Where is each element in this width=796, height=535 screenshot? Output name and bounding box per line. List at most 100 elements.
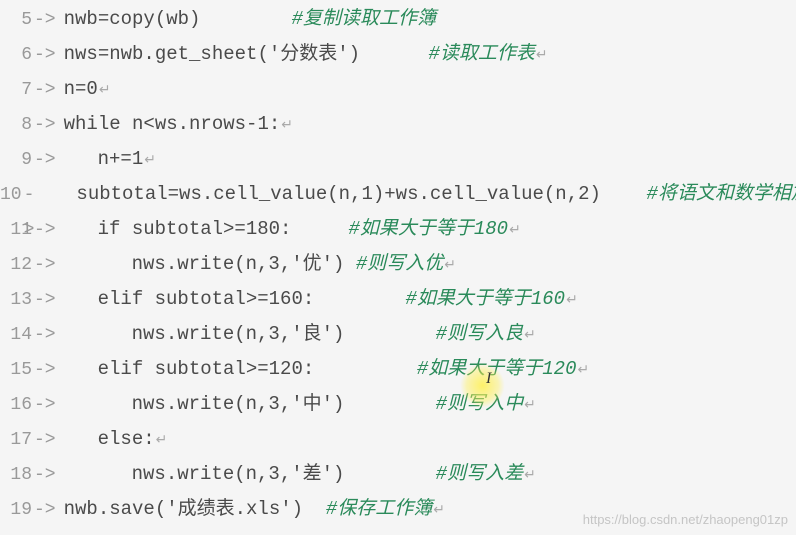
line-number: 18 (0, 458, 34, 493)
arrow-icon: -> (34, 213, 56, 248)
newline-marker-icon: ↵ (524, 468, 536, 484)
arrow-icon: -> (34, 423, 56, 458)
code-content: nws=nwb.get_sheet('分数表') #读取工作表↵ (64, 37, 548, 74)
newline-marker-icon: ↵ (433, 503, 445, 519)
code-line: 6->nws=nwb.get_sheet('分数表') #读取工作表↵ (0, 37, 796, 72)
code-line: 10->subtotal=ws.cell_value(n,1)+ws.cell_… (0, 177, 796, 212)
line-number: 7 (0, 73, 34, 108)
comment-text: #保存工作簿 (326, 498, 432, 520)
line-number: 11 (0, 213, 34, 248)
code-line: 11-> if subtotal>=180: #如果大于等于180↵ (0, 212, 796, 247)
arrow-icon: -> (34, 318, 56, 353)
code-line: 15-> elif subtotal>=120: #如果大于等于120↵ (0, 352, 796, 387)
comment-text: #则写入差 (436, 463, 523, 485)
code-content: while n<ws.nrows-1:↵ (64, 107, 293, 144)
spacer (344, 393, 435, 415)
newline-marker-icon: ↵ (566, 293, 578, 309)
code-text: nws.write(n,3,'中') (132, 393, 345, 415)
code-text: else: (98, 428, 155, 450)
line-number: 8 (0, 108, 34, 143)
line-number: 5 (0, 3, 34, 38)
code-text: n+=1 (98, 148, 144, 170)
spacer (291, 218, 348, 240)
newline-marker-icon: ↵ (444, 258, 456, 274)
code-text: nwb=copy(wb) (64, 8, 201, 30)
code-content: nws.write(n,3,'差') #则写入差↵ (132, 457, 536, 494)
newline-marker-icon: ↵ (99, 83, 111, 99)
code-block: 5->nwb=copy(wb) #复制读取工作簿6->nws=nwb.get_s… (0, 2, 796, 527)
code-content: nwb.save('成绩表.xls') #保存工作簿↵ (64, 492, 445, 529)
code-text: n=0 (64, 78, 98, 100)
code-content: n=0↵ (64, 72, 111, 109)
comment-text: #则写入中 (436, 393, 523, 415)
code-text: elif subtotal>=120: (98, 358, 315, 380)
newline-marker-icon: ↵ (524, 398, 536, 414)
code-text: if subtotal>=180: (98, 218, 292, 240)
comment-text: #如果大于等于160 (405, 288, 565, 310)
arrow-icon: -> (34, 73, 56, 108)
spacer (360, 43, 428, 65)
code-text: nws=nwb.get_sheet('分数表') (64, 43, 360, 65)
code-line: 5->nwb=copy(wb) #复制读取工作簿 (0, 2, 796, 37)
arrow-icon: -> (34, 248, 56, 283)
code-line: 8->while n<ws.nrows-1:↵ (0, 107, 796, 142)
watermark-text: https://blog.csdn.net/zhaopeng01zp (583, 512, 788, 527)
text-cursor-icon: I (486, 370, 491, 388)
comment-text: #复制读取工作簿 (292, 8, 436, 30)
code-line: 13->elif subtotal>=160: #如果大于等于160↵ (0, 282, 796, 317)
line-number: 9 (0, 143, 34, 178)
arrow-icon: -> (34, 143, 56, 178)
arrow-icon: -> (34, 3, 56, 38)
code-content: if subtotal>=180: #如果大于等于180↵ (98, 212, 521, 249)
line-number: 19 (0, 493, 34, 528)
code-text: nws.write(n,3,'优') (132, 253, 345, 275)
arrow-icon: -> (34, 458, 56, 493)
comment-text: #如果大于等于120 (417, 358, 577, 380)
line-number: 13 (0, 283, 34, 318)
comment-text: #则写入优 (356, 253, 443, 275)
code-content: n+=1↵ (98, 142, 156, 179)
spacer (344, 253, 355, 275)
comment-text: #则写入良 (436, 323, 523, 345)
comment-text: #读取工作表 (428, 43, 534, 65)
spacer (200, 8, 291, 30)
line-number: 12 (0, 248, 34, 283)
code-text: nwb.save('成绩表.xls') (64, 498, 303, 520)
spacer (601, 183, 647, 205)
code-line: 14-> nws.write(n,3,'良') #则写入良↵ (0, 317, 796, 352)
arrow-icon: -> (34, 283, 56, 318)
newline-marker-icon: ↵ (536, 48, 548, 64)
code-text: subtotal=ws.cell_value(n,1)+ws.cell_valu… (76, 183, 601, 205)
code-line: 17-> else:↵ (0, 422, 796, 457)
code-line: 12-> nws.write(n,3,'优') #则写入优↵ (0, 247, 796, 282)
comment-text: #如果大于等于180 (348, 218, 508, 240)
line-number: 17 (0, 423, 34, 458)
line-number: 6 (0, 38, 34, 73)
code-text: nws.write(n,3,'差') (132, 463, 345, 485)
code-line: 9-> n+=1↵ (0, 142, 796, 177)
code-line: 18-> nws.write(n,3,'差') #则写入差↵ (0, 457, 796, 492)
code-content: elif subtotal>=120: #如果大于等于120↵ (98, 352, 590, 389)
code-content: nwb=copy(wb) #复制读取工作簿 (64, 2, 436, 37)
newline-marker-icon: ↵ (509, 223, 521, 239)
line-number: 15 (0, 353, 34, 388)
newline-marker-icon: ↵ (281, 118, 293, 134)
newline-marker-icon: ↵ (524, 328, 536, 344)
spacer (314, 358, 417, 380)
arrow-icon: -> (34, 353, 56, 388)
code-text: nws.write(n,3,'良') (132, 323, 345, 345)
code-content: subtotal=ws.cell_value(n,1)+ws.cell_valu… (76, 177, 796, 214)
code-content: nws.write(n,3,'中') #则写入中↵ (132, 387, 536, 424)
newline-marker-icon: ↵ (144, 153, 156, 169)
code-content: nws.write(n,3,'良') #则写入良↵ (132, 317, 536, 354)
arrow-icon: -> (34, 388, 56, 423)
newline-marker-icon: ↵ (577, 363, 589, 379)
code-line: 7->n=0↵ (0, 72, 796, 107)
code-line: 16->nws.write(n,3,'中') #则写入中↵ (0, 387, 796, 422)
line-number: 14 (0, 318, 34, 353)
newline-marker-icon: ↵ (156, 433, 168, 449)
code-text: while n<ws.nrows-1: (64, 113, 281, 135)
arrow-icon: -> (34, 108, 56, 143)
spacer (344, 323, 435, 345)
line-number: 10 (0, 178, 24, 213)
